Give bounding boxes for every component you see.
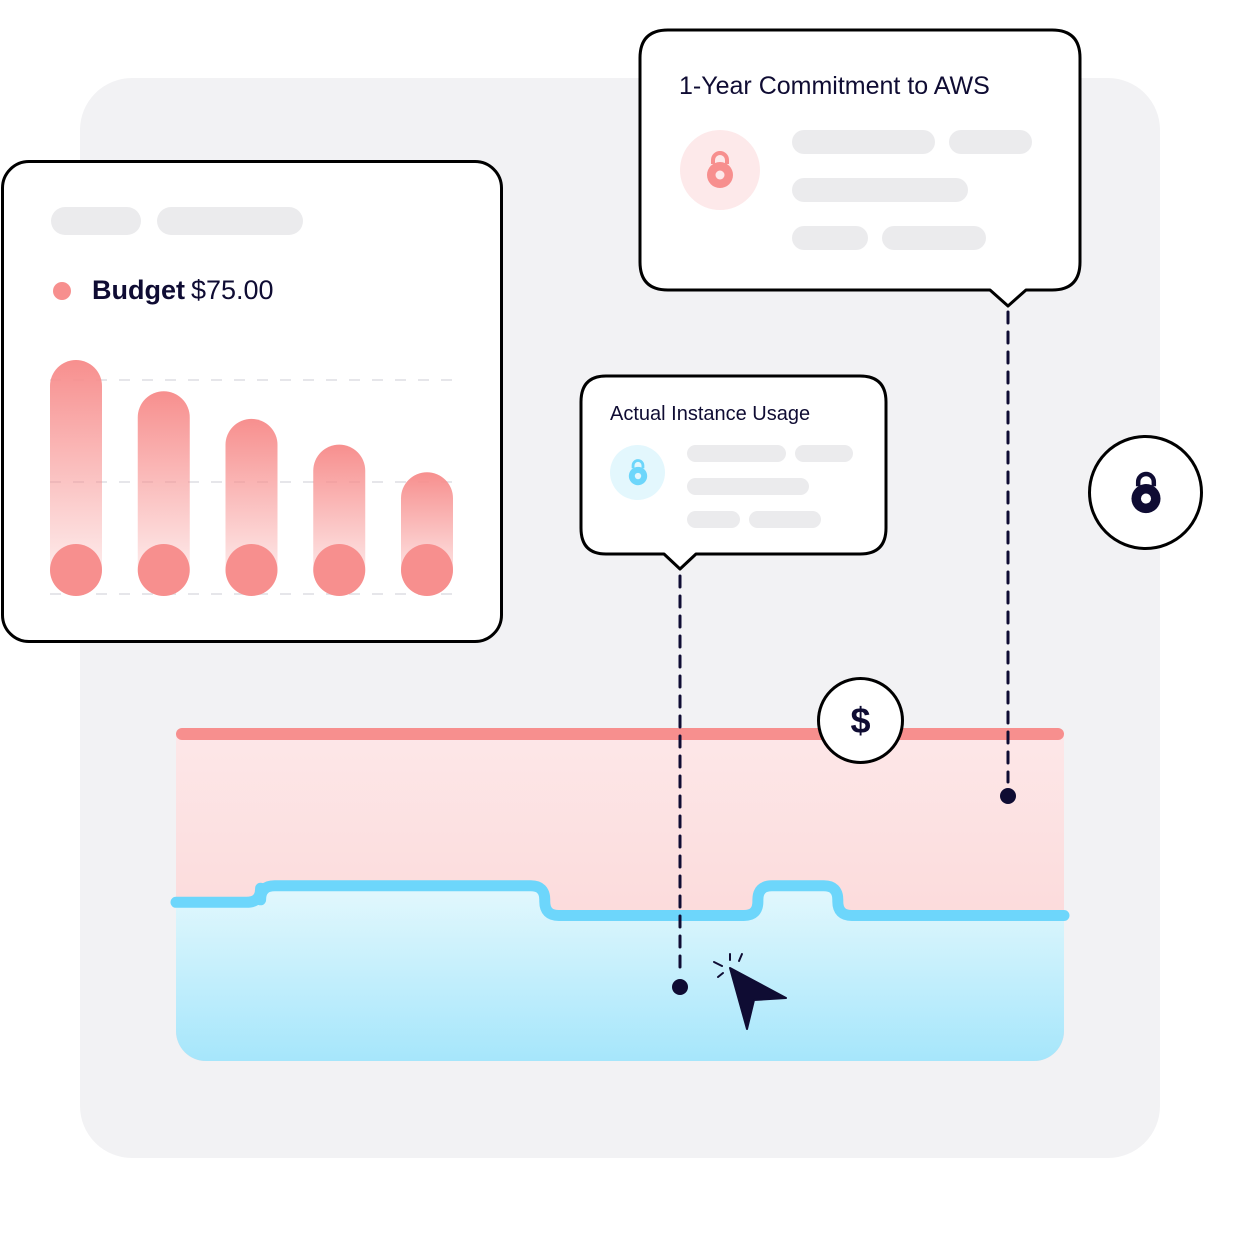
lock-badge[interactable]	[1088, 435, 1203, 550]
budget-bar-chart	[50, 360, 1070, 1061]
dollar-badge[interactable]: $	[817, 677, 904, 764]
aws-lock-badge	[680, 130, 760, 210]
usage-callout-title: Actual Instance Usage	[610, 403, 811, 425]
dollar-icon: $	[850, 699, 871, 741]
usage-lock-badge	[610, 445, 665, 500]
lock-icon	[707, 151, 733, 188]
budget-bar-base	[50, 544, 102, 596]
aws-callout-title: 1-Year Commitment to AWS	[679, 72, 990, 100]
budget-bar-base	[137, 544, 190, 596]
budget-bar-base	[401, 544, 453, 596]
budget-bar-base	[225, 544, 278, 596]
lock-icon	[1130, 471, 1161, 513]
budget-bar-base	[313, 544, 366, 596]
lock-icon	[628, 459, 647, 486]
